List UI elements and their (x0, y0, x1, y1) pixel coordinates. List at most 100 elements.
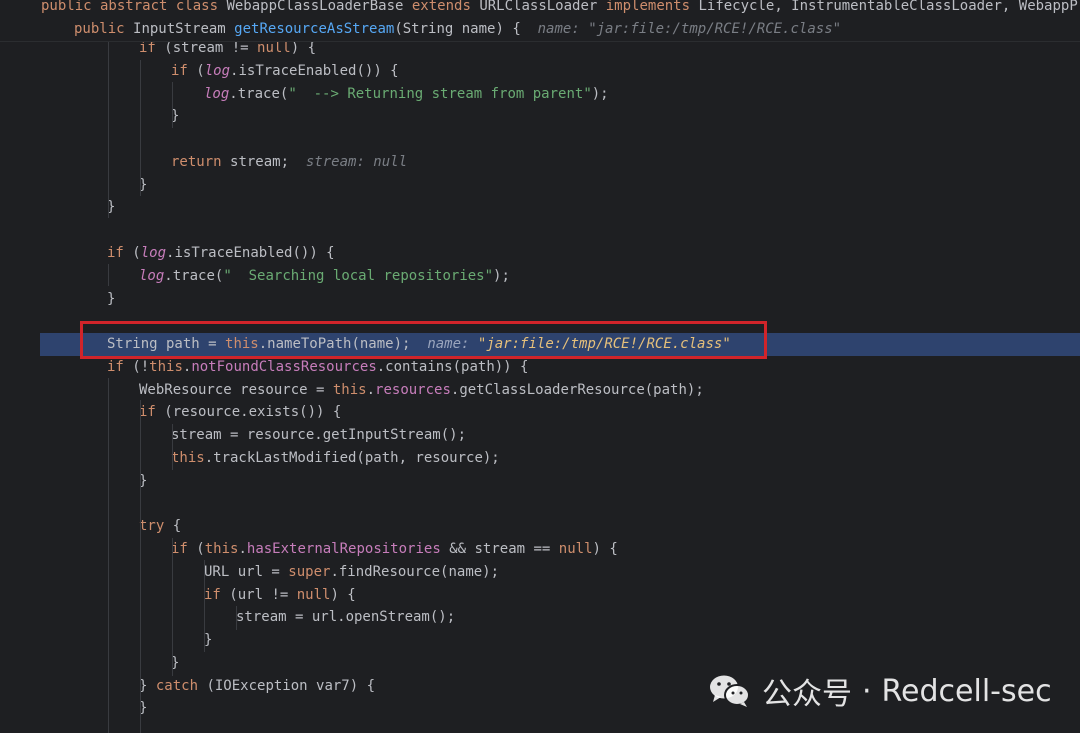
code-text: } (204, 629, 212, 652)
code-token: return (171, 153, 231, 170)
code-line[interactable]: return stream; stream: null (0, 151, 1080, 174)
code-token: getResourceAsStream (234, 21, 395, 37)
code-token: Lifecycle, InstrumentableClassLoader, We… (698, 0, 1080, 14)
code-line[interactable]: } (0, 288, 1080, 311)
code-line[interactable] (0, 128, 1080, 151)
code-token: .findResource(name); (330, 563, 500, 580)
code-token: WebResource resource = (139, 381, 333, 398)
code-token: resources (375, 381, 451, 398)
code-line[interactable]: if (resource.exists()) { (0, 401, 1080, 424)
indent-guide (172, 424, 173, 470)
code-line[interactable]: if (this.hasExternalRepositories && stre… (0, 538, 1080, 561)
code-token: ) { (290, 40, 317, 56)
indent-guide (236, 606, 237, 630)
code-token: ); (493, 267, 510, 284)
code-token: catch (155, 677, 207, 694)
code-token: extends (411, 0, 480, 14)
code-token: if (204, 586, 230, 603)
code-editor[interactable]: public abstract class WebappClassLoaderB… (0, 0, 1080, 733)
code-token: public abstract class (41, 0, 227, 14)
code-token: " --> Returning stream from parent" (288, 85, 592, 102)
wechat-icon (708, 673, 752, 709)
code-line[interactable]: if (!this.notFoundClassResources.contain… (0, 356, 1080, 379)
code-token: ) { (592, 540, 618, 557)
indent-guide (108, 264, 109, 286)
code-token: log (204, 62, 231, 79)
code-line[interactable]: } (0, 196, 1080, 219)
code-token: (resource.exists()) { (164, 404, 342, 421)
code-line[interactable]: if (url != null) { (0, 584, 1080, 607)
indent-guide (108, 378, 109, 733)
code-line[interactable]: log.trace(" Searching local repositories… (0, 265, 1080, 288)
code-token: try (139, 518, 173, 535)
code-line[interactable]: if (log.isTraceEnabled()) { (0, 60, 1080, 83)
code-token: if (171, 540, 197, 557)
code-token: } (204, 632, 213, 648)
watermark-account: Redcell-sec (881, 673, 1052, 709)
code-line[interactable]: } (0, 629, 1080, 652)
indent-guide (172, 82, 173, 128)
code-token: public (74, 21, 134, 37)
indent-guide (108, 37, 109, 218)
code-token: (url != (229, 586, 297, 603)
highlight-annotation-box (80, 321, 767, 359)
code-token: implements (605, 0, 699, 14)
code-text: if (log.isTraceEnabled()) { (171, 60, 399, 83)
code-token: ( (132, 244, 141, 261)
code-token: hasExternalRepositories (246, 540, 441, 557)
sticky-method-header[interactable]: public InputStream getResourceAsStream(S… (0, 18, 1080, 42)
code-line[interactable]: } (0, 470, 1080, 493)
code-token: (stream != (164, 40, 258, 56)
watermark-separator: · (862, 673, 872, 709)
code-line[interactable]: try { (0, 515, 1080, 538)
code-text: this.trackLastModified(path, resource); (171, 447, 500, 470)
code-text: stream = url.openStream(); (236, 606, 455, 629)
code-line[interactable]: } (0, 105, 1080, 128)
code-line[interactable]: stream = resource.getInputStream(); (0, 424, 1080, 447)
code-token: if (107, 358, 133, 375)
class-declaration: public abstract class WebappClassLoaderB… (41, 0, 1080, 18)
code-line[interactable]: WebResource resource = this.resources.ge… (0, 379, 1080, 402)
code-token: stream = resource.getInputStream(); (171, 427, 467, 444)
code-text: if (url != null) { (204, 584, 356, 607)
code-token: .isTraceEnabled()) { (166, 244, 335, 261)
code-token: null (558, 540, 593, 557)
indent-guide (140, 400, 141, 733)
code-text: log.trace(" Searching local repositories… (139, 265, 510, 288)
code-token: " Searching local repositories" (223, 267, 494, 284)
code-token: ( (196, 540, 205, 557)
code-line[interactable]: } (0, 174, 1080, 197)
code-text: log.trace(" --> Returning stream from pa… (204, 83, 609, 106)
code-token: (IOException var7) { (206, 677, 376, 694)
code-token: (! (132, 358, 150, 375)
code-token: null (257, 40, 291, 56)
code-token: ); (591, 85, 609, 102)
code-text: WebResource resource = this.resources.ge… (139, 379, 704, 402)
code-token: stream; (230, 153, 306, 170)
code-token: super (288, 563, 331, 580)
code-token: this (171, 449, 205, 466)
code-line[interactable]: this.trackLastModified(path, resource); (0, 447, 1080, 470)
wechat-watermark: 公众号 · Redcell-sec (708, 669, 1052, 713)
watermark-channel-label: 公众号 (762, 677, 852, 712)
code-line[interactable]: if (log.isTraceEnabled()) { (0, 242, 1080, 265)
code-token: log (140, 244, 167, 261)
code-text: } (107, 288, 115, 311)
code-token: this (332, 381, 367, 398)
code-token: URLClassLoader (479, 0, 606, 14)
inline-value-hint: stream: null (305, 153, 408, 170)
code-token: (String name) { (394, 21, 538, 37)
code-token: if (139, 404, 165, 421)
code-token: .isTraceEnabled()) { (230, 62, 399, 79)
code-token: .getClassLoaderResource(path); (450, 381, 704, 398)
code-token: ( (196, 62, 205, 79)
code-line[interactable]: URL url = super.findResource(name); (0, 561, 1080, 584)
code-token: if (107, 244, 133, 261)
code-token: ) { (330, 586, 356, 603)
code-line[interactable] (0, 492, 1080, 515)
code-line[interactable]: log.trace(" --> Returning stream from pa… (0, 83, 1080, 106)
code-line[interactable]: stream = url.openStream(); (0, 606, 1080, 629)
code-token: && stream == (440, 540, 559, 557)
sticky-class-header[interactable]: public abstract class WebappClassLoaderB… (0, 0, 1080, 19)
code-line[interactable] (0, 219, 1080, 242)
